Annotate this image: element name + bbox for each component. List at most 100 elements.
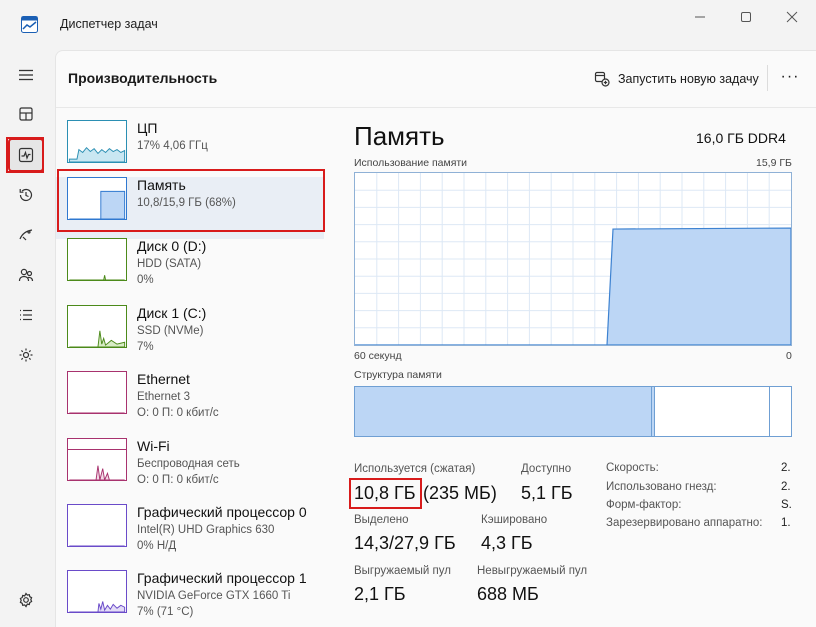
- window-title: Диспетчер задач: [60, 17, 158, 31]
- device-subtitle: HDD (SATA): [137, 258, 202, 270]
- users-icon: [18, 268, 34, 282]
- details-icon: [20, 309, 32, 321]
- device-item-7[interactable]: Графический процессор 1 NVIDIA GeForce GT…: [56, 570, 324, 627]
- available-label: Доступно: [521, 463, 572, 475]
- form-factor-value: S.: [781, 499, 792, 511]
- memory-capacity: 16,0 ГБ DDR4: [696, 130, 786, 146]
- device-usage: О: 0 П: 0 кбит/с: [137, 407, 219, 419]
- memory-title: Память: [354, 121, 445, 151]
- device-usage: О: 0 П: 0 кбит/с: [137, 474, 219, 486]
- device-subtitle: Беспроводная сеть: [137, 458, 240, 470]
- device-thumbnail-graph: [67, 371, 127, 414]
- hardware-reserved-value: 1.: [781, 517, 791, 529]
- device-name: Графический процессор 1: [137, 570, 307, 586]
- cached-value: 4,3 ГБ: [481, 533, 533, 553]
- time-axis-end: 0: [786, 350, 792, 362]
- device-item-2[interactable]: Диск 0 (D:) HDD (SATA) 0%: [56, 238, 324, 300]
- memory-structure-bar: [354, 386, 792, 437]
- memory-usage-chart: [355, 173, 791, 345]
- speed-value: 2.: [781, 462, 791, 474]
- device-name: Диск 0 (D:): [137, 238, 207, 254]
- device-usage: 7% (71 °C): [137, 606, 194, 618]
- device-thumbnail-graph: [67, 238, 127, 281]
- page-title: Производительность: [68, 70, 218, 86]
- committed-label: Выделено: [354, 514, 409, 526]
- device-thumbnail-graph: [67, 438, 127, 481]
- run-new-task-button[interactable]: Запустить новую задачу: [594, 67, 759, 91]
- device-name: Графический процессор 0: [137, 504, 307, 520]
- form-factor-label: Форм-фактор:: [606, 499, 682, 511]
- settings-icon: [19, 592, 33, 608]
- maximize-icon: [741, 12, 751, 22]
- startup-icon: [19, 229, 33, 241]
- device-subtitle: Ethernet 3: [137, 391, 191, 403]
- nav-services[interactable]: [8, 338, 44, 372]
- time-axis-label: 60 секунд: [354, 350, 402, 362]
- nav-processes[interactable]: [8, 97, 44, 131]
- nonpaged-pool-label: Невыгружаемый пул: [477, 565, 588, 577]
- close-button[interactable]: [772, 6, 812, 28]
- structure-segment-free[interactable]: [769, 387, 791, 436]
- menu-button[interactable]: [8, 58, 44, 92]
- nav-users[interactable]: [8, 258, 44, 292]
- device-item-5[interactable]: Wi-Fi Беспроводная сеть О: 0 П: 0 кбит/с: [56, 438, 324, 500]
- hardware-reserved-label: Зарезервировано аппаратно:: [606, 517, 763, 529]
- device-name: ЦП: [137, 120, 158, 136]
- nav-details[interactable]: [8, 298, 44, 332]
- device-thumbnail-graph: [67, 504, 127, 547]
- close-icon: [786, 11, 798, 23]
- usage-graph-label: Использование памяти: [354, 157, 468, 169]
- title-bar: Диспетчер задач: [0, 0, 816, 50]
- in-use-highlight: [349, 478, 422, 509]
- device-usage: 0% Н/Д: [137, 540, 177, 552]
- device-subtitle: NVIDIA GeForce GTX 1660 Ti: [137, 590, 291, 602]
- committed-value: 14,3/27,9 ГБ: [354, 533, 456, 553]
- task-manager-window: Диспетчер задач Производительность Запус…: [0, 0, 816, 627]
- structure-segment-in-use[interactable]: [355, 387, 652, 436]
- in-use-label: Используется (сжатая): [354, 463, 476, 475]
- minimize-icon: [695, 16, 705, 18]
- device-usage: 7%: [137, 341, 154, 353]
- header-separator: [767, 65, 768, 91]
- device-subtitle: 17% 4,06 ГГц: [137, 140, 208, 152]
- services-icon: [19, 348, 33, 362]
- performance-nav-highlight: [6, 137, 44, 173]
- slots-used-label: Использовано гнезд:: [606, 481, 717, 493]
- performance-page: Производительность Запустить новую задач…: [55, 50, 816, 627]
- minimize-button[interactable]: [680, 6, 720, 28]
- memory-selection-highlight: [57, 169, 325, 232]
- maximize-button[interactable]: [726, 6, 766, 28]
- structure-segment-standby[interactable]: [653, 387, 770, 436]
- paged-pool-value: 2,1 ГБ: [354, 584, 406, 604]
- device-thumbnail-graph: [67, 305, 127, 348]
- slots-used-value: 2.: [781, 481, 791, 493]
- device-subtitle: Intel(R) UHD Graphics 630: [137, 524, 275, 536]
- hamburger-icon: [19, 69, 33, 81]
- device-name: Wi-Fi: [137, 438, 170, 454]
- processes-icon: [19, 107, 33, 121]
- speed-label: Скорость:: [606, 462, 659, 474]
- device-thumbnail-graph: [67, 120, 127, 163]
- in-use-compressed: (235 МБ): [423, 483, 497, 503]
- nav-startup[interactable]: [8, 218, 44, 252]
- device-name: Ethernet: [137, 371, 190, 387]
- device-item-6[interactable]: Графический процессор 0 Intel(R) UHD Grap…: [56, 504, 324, 566]
- task-manager-app-icon: [21, 16, 38, 33]
- device-subtitle: SSD (NVMe): [137, 325, 204, 337]
- nonpaged-pool-value: 688 МБ: [477, 584, 539, 604]
- more-options-button[interactable]: ···: [778, 67, 802, 91]
- cached-label: Кэшировано: [481, 514, 548, 526]
- memory-usage-graph: [354, 172, 792, 346]
- nav-settings[interactable]: [8, 583, 44, 617]
- structure-label: Структура памяти: [354, 369, 442, 381]
- device-thumbnail-graph: [67, 570, 127, 613]
- history-icon: [19, 188, 33, 202]
- paged-pool-label: Выгружаемый пул: [354, 565, 451, 577]
- device-name: Диск 1 (C:): [137, 305, 207, 321]
- usage-graph-max: 15,9 ГБ: [756, 157, 792, 169]
- nav-app-history[interactable]: [8, 178, 44, 212]
- device-item-4[interactable]: Ethernet Ethernet 3 О: 0 П: 0 кбит/с: [56, 371, 324, 433]
- device-item-3[interactable]: Диск 1 (C:) SSD (NVMe) 7%: [56, 305, 324, 367]
- available-value: 5,1 ГБ: [521, 483, 573, 503]
- header-divider: [56, 107, 816, 108]
